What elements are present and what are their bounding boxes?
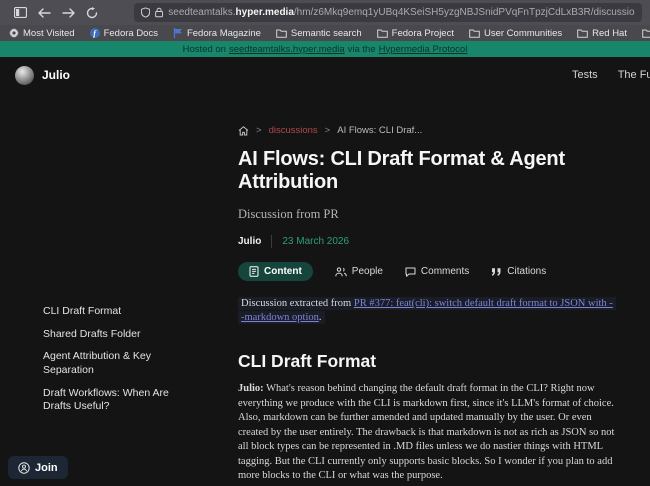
- bookmark-user-communities[interactable]: User Communities: [469, 28, 562, 39]
- bookmark-label: Red Hat: [592, 28, 627, 39]
- byline-date: 23 March 2026: [282, 236, 349, 247]
- article: > discussions > AI Flows: CLI Draf... AI…: [238, 93, 616, 484]
- shield-icon[interactable]: [141, 7, 150, 18]
- bookmark-fedora-docs[interactable]: f Fedora Docs: [90, 28, 158, 39]
- byline: Julio 23 March 2026: [238, 235, 616, 248]
- bookmark-label: Most Visited: [23, 28, 75, 39]
- section-heading: CLI Draft Format: [238, 351, 616, 372]
- body-paragraph: Julio: What's reason behind changing the…: [238, 382, 616, 484]
- bookmark-fedora-magazine[interactable]: Fedora Magazine: [173, 28, 261, 39]
- hosted-banner: Hosted on seedteamtalks.hyper.media via …: [0, 41, 650, 57]
- site-nav: Tests The Futu: [572, 57, 650, 93]
- sidebar-toggle-icon[interactable]: [8, 3, 32, 23]
- byline-author[interactable]: Julio: [238, 236, 261, 247]
- folder-icon: [642, 29, 650, 38]
- tab-bar: Content People Comments Citations: [238, 262, 616, 281]
- home-icon[interactable]: [238, 126, 249, 136]
- gear-icon: [9, 28, 19, 38]
- url-bar[interactable]: seedteamtalks.hyper.media/hm/z6Mkq9emq1y…: [134, 3, 642, 22]
- page-subtitle: Discussion from PR: [238, 207, 616, 222]
- site-header: Julio Tests The Futu: [0, 57, 650, 93]
- bookmark-label: Fedora Project: [392, 28, 454, 39]
- outline-sidebar: CLI Draft Format Shared Drafts Folder Ag…: [43, 305, 185, 423]
- page-body: Julio Tests The Futu CLI Draft Format Sh…: [0, 57, 650, 486]
- lock-icon[interactable]: [155, 7, 163, 18]
- join-button[interactable]: Join: [8, 456, 68, 479]
- comments-icon: [405, 267, 416, 277]
- folder-icon: [469, 29, 480, 38]
- banner-site-link[interactable]: seedteamtalks.hyper.media: [229, 44, 345, 55]
- bookmark-label: Fedora Magazine: [187, 28, 261, 39]
- folder-icon: [276, 29, 287, 38]
- tab-content[interactable]: Content: [238, 262, 313, 281]
- bookmark-fedora-project[interactable]: Fedora Project: [377, 28, 454, 39]
- breadcrumb-discussions[interactable]: discussions: [269, 125, 318, 136]
- reload-icon[interactable]: [80, 3, 104, 23]
- folder-icon: [377, 29, 388, 38]
- site-name[interactable]: Julio: [42, 68, 70, 82]
- back-icon[interactable]: [32, 3, 56, 23]
- intro-paragraph: Discussion extracted from PR #377: feat(…: [238, 297, 616, 325]
- flag-icon: [173, 28, 183, 38]
- nav-item-tests[interactable]: Tests: [572, 69, 598, 81]
- banner-protocol-link[interactable]: Hypermedia Protocol: [379, 44, 468, 55]
- nav-item-the-future[interactable]: The Futu: [618, 69, 650, 81]
- content-icon: [249, 266, 259, 277]
- bookmark-label: User Communities: [484, 28, 562, 39]
- outline-item-agent-attribution[interactable]: Agent Attribution & Key Separation: [43, 350, 185, 377]
- outline-item-shared-drafts-folder[interactable]: Shared Drafts Folder: [43, 328, 185, 342]
- browser-toolbar: seedteamtalks.hyper.media/hm/z6Mkq9emq1y…: [0, 0, 650, 25]
- bookmarks-bar: Most Visited f Fedora Docs Fedora Magazi…: [0, 25, 650, 41]
- bookmark-label: Fedora Docs: [104, 28, 158, 39]
- bookmark-red-hat[interactable]: Red Hat: [577, 28, 627, 39]
- avatar[interactable]: [15, 66, 34, 85]
- tab-people[interactable]: People: [335, 266, 383, 277]
- fedora-icon: f: [90, 28, 100, 38]
- breadcrumb: > discussions > AI Flows: CLI Draf...: [238, 125, 616, 136]
- body-author: Julio:: [238, 383, 264, 394]
- outline-item-draft-workflows[interactable]: Draft Workflows: When Are Drafts Useful?: [43, 387, 185, 414]
- forward-icon[interactable]: [56, 3, 80, 23]
- citations-icon: [491, 267, 502, 276]
- tab-comments[interactable]: Comments: [405, 266, 469, 277]
- bookmark-most-visited[interactable]: Most Visited: [9, 28, 75, 39]
- breadcrumb-current: AI Flows: CLI Draf...: [337, 125, 422, 136]
- url-text: seedteamtalks.hyper.media/hm/z6Mkq9emq1y…: [168, 7, 635, 18]
- outline-item-cli-draft-format[interactable]: CLI Draft Format: [43, 305, 185, 319]
- tab-citations[interactable]: Citations: [491, 266, 546, 277]
- folder-icon: [577, 29, 588, 38]
- bookmark-semantic-search[interactable]: Semantic search: [276, 28, 362, 39]
- join-person-icon: [18, 462, 30, 474]
- banner-prefix: Hosted on: [183, 44, 226, 55]
- bookmark-free-content[interactable]: Free Content: [642, 28, 650, 39]
- banner-middle: via the: [348, 44, 376, 55]
- page-title: AI Flows: CLI Draft Format & Agent Attri…: [238, 148, 630, 194]
- people-icon: [335, 267, 347, 277]
- bookmark-label: Semantic search: [291, 28, 362, 39]
